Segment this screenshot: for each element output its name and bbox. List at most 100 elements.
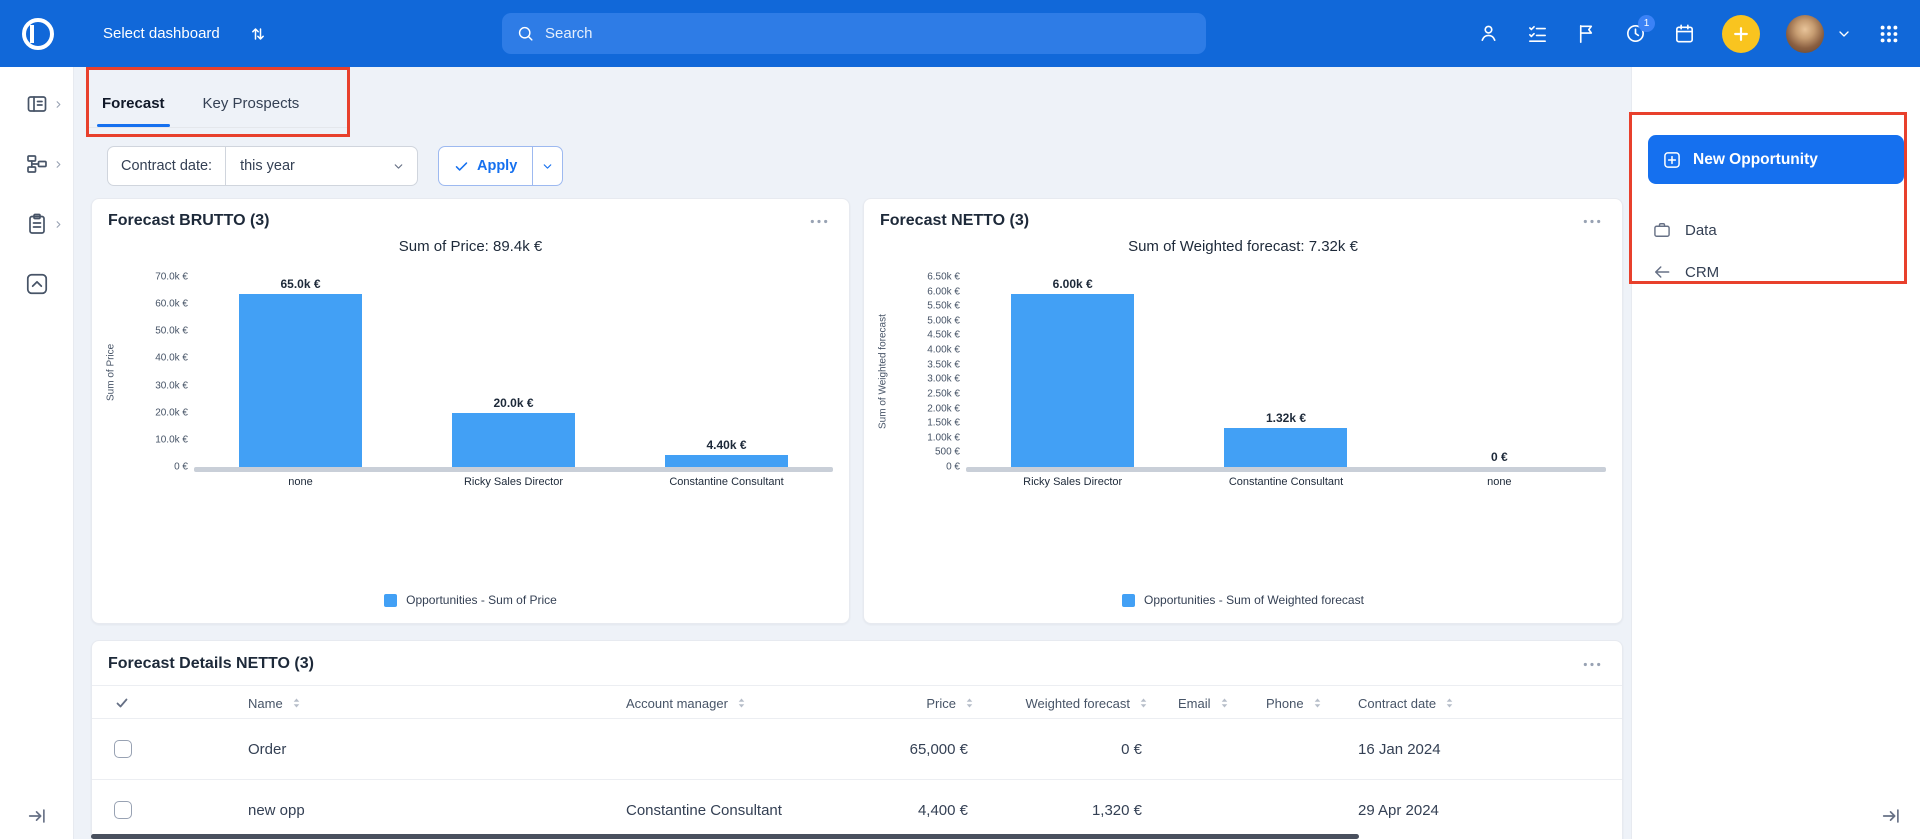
- column-header-contract-date[interactable]: Contract date: [1342, 686, 1507, 720]
- table-row[interactable]: Order65,000 €0 €16 Jan 2024: [92, 719, 1622, 780]
- menu-item-data[interactable]: Data: [1632, 209, 1920, 251]
- chart-legend[interactable]: Opportunities - Sum of Price: [92, 593, 849, 623]
- bar[interactable]: [1224, 428, 1347, 467]
- select-dashboard-label[interactable]: Select dashboard: [103, 25, 220, 42]
- sidebar-item-collapse-module[interactable]: [0, 261, 73, 307]
- box-chevron-up-icon: [24, 271, 50, 297]
- chart-legend[interactable]: Opportunities - Sum of Weighted forecast: [864, 593, 1622, 623]
- chart-menu-button[interactable]: [1578, 214, 1606, 229]
- y-axis-ticks: 0 €10.0k €20.0k €30.0k €40.0k €50.0k €60…: [104, 277, 188, 467]
- tab-key-prospects[interactable]: Key Prospects: [203, 80, 300, 127]
- sort-icon[interactable]: [1218, 696, 1231, 710]
- category-label: Ricky Sales Director: [966, 476, 1179, 488]
- new-opportunity-button[interactable]: New Opportunity: [1648, 135, 1904, 184]
- apps-grid-icon[interactable]: [1878, 23, 1900, 45]
- apply-options-button[interactable]: [532, 147, 562, 185]
- horizontal-scrollbar[interactable]: [91, 834, 1359, 839]
- apply-split-button: Apply: [438, 146, 563, 186]
- calendar-icon[interactable]: [1673, 22, 1696, 45]
- y-tick-label: 4.00k €: [927, 345, 960, 356]
- y-tick-label: 20.0k €: [155, 407, 188, 418]
- right-panel-expand-toggle[interactable]: [1880, 805, 1902, 827]
- bar-value-label: 6.00k €: [1053, 277, 1093, 291]
- bar[interactable]: [665, 455, 788, 467]
- check-icon: [454, 159, 469, 174]
- table-menu-button[interactable]: [1578, 657, 1606, 672]
- sidebar-expand-toggle[interactable]: [0, 805, 74, 827]
- column-header-name[interactable]: Name: [232, 686, 610, 720]
- menu-item-label: Data: [1685, 222, 1717, 239]
- row-checkbox[interactable]: [114, 801, 132, 819]
- table-cell: Constantine Consultant: [610, 802, 866, 819]
- sidebar-item-tasks[interactable]: [0, 201, 73, 247]
- table-row[interactable]: new oppConstantine Consultant4,400 €1,32…: [92, 780, 1622, 839]
- table-header-row: Name Account manager Price Weighted forecas…: [92, 685, 1622, 719]
- sidebar-item-dashboards[interactable]: [0, 81, 73, 127]
- row-checkbox[interactable]: [114, 740, 132, 758]
- flag-icon[interactable]: [1575, 22, 1598, 45]
- column-header-price[interactable]: Price: [866, 686, 988, 720]
- y-tick-label: 0 €: [946, 462, 960, 473]
- check-icon: [114, 695, 130, 711]
- sort-icon[interactable]: [735, 696, 748, 710]
- reminders-icon[interactable]: 1: [1624, 22, 1647, 45]
- y-tick-label: 70.0k €: [155, 272, 188, 283]
- tab-forecast[interactable]: Forecast: [102, 80, 165, 127]
- y-tick-label: 1.00k €: [927, 432, 960, 443]
- column-header-label: Phone: [1266, 696, 1304, 711]
- chevron-right-icon: [53, 159, 64, 170]
- column-header-account-manager[interactable]: Account manager: [610, 686, 866, 720]
- user-icon[interactable]: [1477, 22, 1500, 45]
- column-header-label: Weighted forecast: [1025, 696, 1130, 711]
- select-all-header[interactable]: [92, 686, 232, 720]
- bar-value-label: 4.40k €: [706, 438, 746, 452]
- column-header-label: Contract date: [1358, 696, 1436, 711]
- table-cell: Order: [232, 741, 610, 758]
- y-tick-label: 1.50k €: [927, 418, 960, 429]
- column-header-label: Account manager: [626, 696, 728, 711]
- chart-menu-button[interactable]: [805, 214, 833, 229]
- app-logo[interactable]: [15, 11, 61, 57]
- plus-icon: [1731, 24, 1751, 44]
- apply-button[interactable]: Apply: [439, 147, 532, 185]
- column-header-phone[interactable]: Phone: [1250, 686, 1342, 720]
- bars-area: 6.00k €1.32k €0 €: [966, 277, 1606, 467]
- bar-value-label: 0 €: [1491, 450, 1508, 464]
- sort-icon[interactable]: [1443, 696, 1456, 710]
- right-panel-menu: Data CRM: [1632, 209, 1920, 293]
- y-tick-label: 6.00k €: [927, 286, 960, 297]
- sort-icon[interactable]: [290, 696, 303, 710]
- avatar[interactable]: [1786, 15, 1824, 53]
- sort-icon[interactable]: [963, 696, 976, 710]
- app-window: Select dashboard: [0, 0, 1920, 839]
- menu-item-crm[interactable]: CRM: [1632, 251, 1920, 293]
- table-body: Order65,000 €0 €16 Jan 2024new oppConsta…: [92, 719, 1622, 839]
- bar[interactable]: [452, 413, 575, 467]
- contract-date-select[interactable]: this year: [226, 147, 417, 185]
- bar-column: 0 €: [1393, 277, 1606, 467]
- chart-plot: Sum of Price0 €10.0k €20.0k €30.0k €40.0…: [104, 277, 833, 467]
- chart-baseline: [966, 467, 1606, 472]
- topbar-actions: 1: [1477, 0, 1900, 67]
- sort-icon[interactable]: [1311, 696, 1324, 710]
- y-tick-label: 2.50k €: [927, 388, 960, 399]
- logo-icon: [18, 14, 58, 54]
- tasks-icon[interactable]: [1526, 22, 1549, 45]
- category-label: none: [194, 476, 407, 488]
- search-input[interactable]: [545, 25, 1192, 42]
- swap-dashboard-icon[interactable]: [248, 24, 268, 44]
- contract-date-filter[interactable]: Contract date: this year: [107, 146, 418, 186]
- bar-value-label: 65.0k €: [280, 277, 320, 291]
- bar[interactable]: [1011, 294, 1134, 467]
- search-bar[interactable]: [502, 13, 1206, 54]
- sidebar-item-hierarchy[interactable]: [0, 141, 73, 187]
- bar[interactable]: [239, 294, 362, 467]
- column-header-weighted-forecast[interactable]: Weighted forecast: [988, 686, 1162, 720]
- profile-chevron-down-icon[interactable]: [1836, 26, 1852, 42]
- table-cell: 65,000 €: [866, 741, 988, 758]
- bars-area: 65.0k €20.0k €4.40k €: [194, 277, 833, 467]
- sort-icon[interactable]: [1137, 696, 1150, 710]
- column-header-email[interactable]: Email: [1162, 686, 1250, 720]
- legend-swatch: [384, 594, 397, 607]
- create-new-button[interactable]: [1722, 15, 1760, 53]
